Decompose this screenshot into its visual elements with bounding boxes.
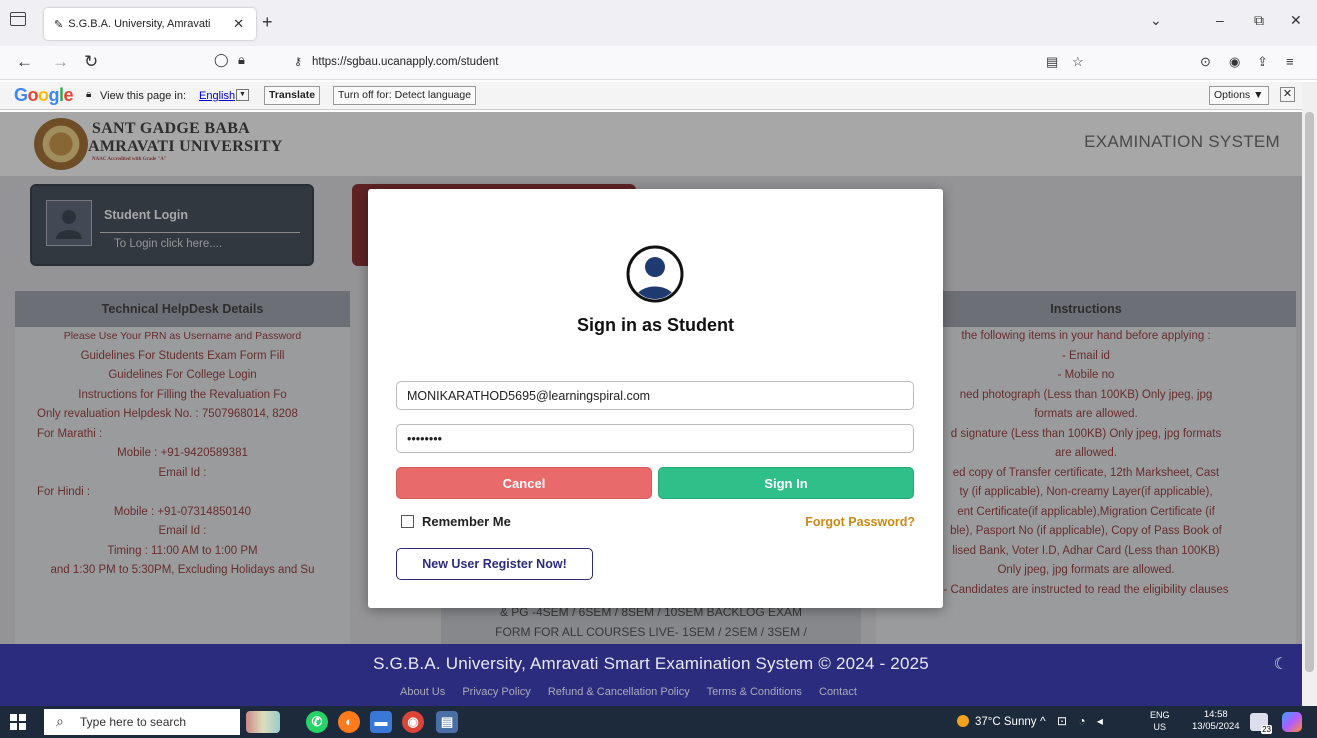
forward-icon[interactable]: →: [52, 52, 69, 72]
key-icon[interactable]: ⚷: [294, 55, 302, 68]
modal-title: Sign in as Student: [576, 315, 734, 335]
system-tray-icons[interactable]: ^ ⊡ ◔ ◂: [1040, 714, 1107, 728]
footer-link-terms[interactable]: Terms & Conditions: [707, 686, 802, 698]
close-tab-icon[interactable]: ✕: [233, 16, 244, 32]
user-avatar-icon: [626, 245, 684, 303]
language-indicator[interactable]: ENG US: [1150, 709, 1170, 733]
copilot-icon[interactable]: [1282, 712, 1302, 732]
translate-prompt: View this page in:: [100, 90, 187, 102]
bookmark-star-icon[interactable]: ☆: [1072, 54, 1084, 70]
extensions-icon[interactable]: ⇪: [1257, 54, 1268, 70]
remember-me-checkbox[interactable]: [401, 515, 414, 528]
weather-widget[interactable]: 37°C Sunny: [957, 715, 1037, 728]
footer-link-about[interactable]: About Us: [400, 686, 445, 698]
new-tab-icon[interactable]: +: [262, 12, 273, 33]
site-footer: S.G.B.A. University, Amravati Smart Exam…: [0, 644, 1302, 706]
page-scrollbar[interactable]: [1302, 82, 1317, 706]
sun-icon: [957, 715, 969, 727]
footer-link-refund[interactable]: Refund & Cancellation Policy: [548, 686, 690, 698]
shield-icon[interactable]: ◯: [214, 52, 229, 68]
tab-list-icon[interactable]: [10, 12, 26, 26]
clock-time: 14:58: [1203, 709, 1228, 720]
weather-text: 37°C Sunny: [975, 716, 1037, 728]
lock-icon[interactable]: 🔒︎: [238, 52, 245, 68]
browser-navbar: ← → ↻ ◯ 🔒︎ ⚷ https://sgbau.ucanapply.com…: [0, 46, 1317, 80]
register-button[interactable]: New User Register Now!: [396, 548, 593, 580]
translate-button[interactable]: Translate: [264, 86, 321, 105]
restore-icon[interactable]: ⧉: [1254, 12, 1264, 29]
google-logo: Google: [14, 85, 74, 105]
site-favicon-icon: ✎: [54, 18, 64, 31]
lang-code: ENG: [1150, 710, 1170, 720]
translate-bar: Google 🔒︎ View this page in: English ▼ T…: [0, 82, 1317, 110]
tab-overflow-chevron-icon[interactable]: ⌄: [1150, 12, 1162, 29]
reload-icon[interactable]: ↻: [84, 52, 98, 72]
remember-me[interactable]: Remember Me: [401, 514, 511, 529]
file-explorer-icon[interactable]: ▬: [370, 711, 392, 733]
screen: ✎ S.G.B.A. University, Amravati ✕ + ⌄ – …: [0, 0, 1317, 738]
footer-title: S.G.B.A. University, Amravati Smart Exam…: [373, 654, 929, 673]
username-input[interactable]: [396, 381, 914, 410]
notification-count: 23: [1261, 725, 1272, 734]
store-icon[interactable]: ▤: [436, 711, 458, 733]
footer-link-contact[interactable]: Contact: [819, 686, 857, 698]
footer-links: About Us Privacy Policy Refund & Cancell…: [400, 686, 871, 698]
cancel-button[interactable]: Cancel: [396, 467, 652, 499]
clock[interactable]: 14:58 13/05/2024: [1192, 709, 1240, 733]
chrome-icon[interactable]: ◉: [402, 711, 424, 733]
scrollbar-thumb[interactable]: [1305, 112, 1314, 672]
dark-mode-moon-icon[interactable]: ☾: [1274, 654, 1288, 674]
reader-view-icon[interactable]: ▤: [1046, 54, 1058, 70]
remember-me-label: Remember Me: [422, 514, 511, 529]
windows-start-icon[interactable]: [10, 714, 26, 730]
options-button[interactable]: Options ▼: [1209, 86, 1269, 105]
turn-off-button[interactable]: Turn off for: Detect language: [333, 86, 477, 105]
url-bar[interactable]: https://sgbau.ucanapply.com/student: [312, 56, 498, 68]
language-dropdown-icon[interactable]: ▼: [236, 89, 249, 101]
taskbar-search[interactable]: ⌕ Type here to search: [44, 709, 240, 735]
windows-taskbar: ⌕ Type here to search ✆ ◐ ▬ ◉ ▤ 37°C Sun…: [0, 706, 1317, 738]
notifications-icon[interactable]: 23: [1250, 713, 1272, 734]
footer-link-privacy[interactable]: Privacy Policy: [462, 686, 530, 698]
close-window-icon[interactable]: ✕: [1290, 12, 1302, 29]
back-icon[interactable]: ←: [16, 52, 33, 72]
pocket-icon[interactable]: ⊙: [1200, 54, 1211, 70]
browser-tab-bar: ✎ S.G.B.A. University, Amravati ✕ + ⌄ – …: [0, 0, 1317, 46]
whatsapp-icon[interactable]: ✆: [306, 711, 328, 733]
sign-in-modal: Sign in as Student Cancel Sign In Rememb…: [368, 189, 943, 608]
sign-in-button[interactable]: Sign In: [658, 467, 914, 499]
account-icon[interactable]: ◉: [1229, 54, 1240, 70]
language-link[interactable]: English: [199, 90, 235, 102]
minimize-icon[interactable]: –: [1216, 12, 1224, 28]
menu-icon[interactable]: ≡: [1286, 54, 1294, 69]
search-icon: ⌕: [56, 713, 64, 729]
search-highlight-icon[interactable]: [246, 711, 280, 733]
lock-icon: 🔒︎: [86, 89, 92, 100]
lang-region: US: [1153, 722, 1167, 732]
forgot-password-link[interactable]: Forgot Password?: [805, 515, 915, 529]
browser-tab[interactable]: ✎ S.G.B.A. University, Amravati ✕: [44, 8, 256, 40]
search-placeholder: Type here to search: [80, 715, 187, 729]
tab-title: S.G.B.A. University, Amravati: [68, 18, 211, 30]
firefox-icon[interactable]: ◐: [338, 711, 360, 733]
password-input[interactable]: [396, 424, 914, 453]
close-translate-icon[interactable]: ✕: [1280, 87, 1295, 102]
clock-date: 13/05/2024: [1192, 721, 1240, 732]
